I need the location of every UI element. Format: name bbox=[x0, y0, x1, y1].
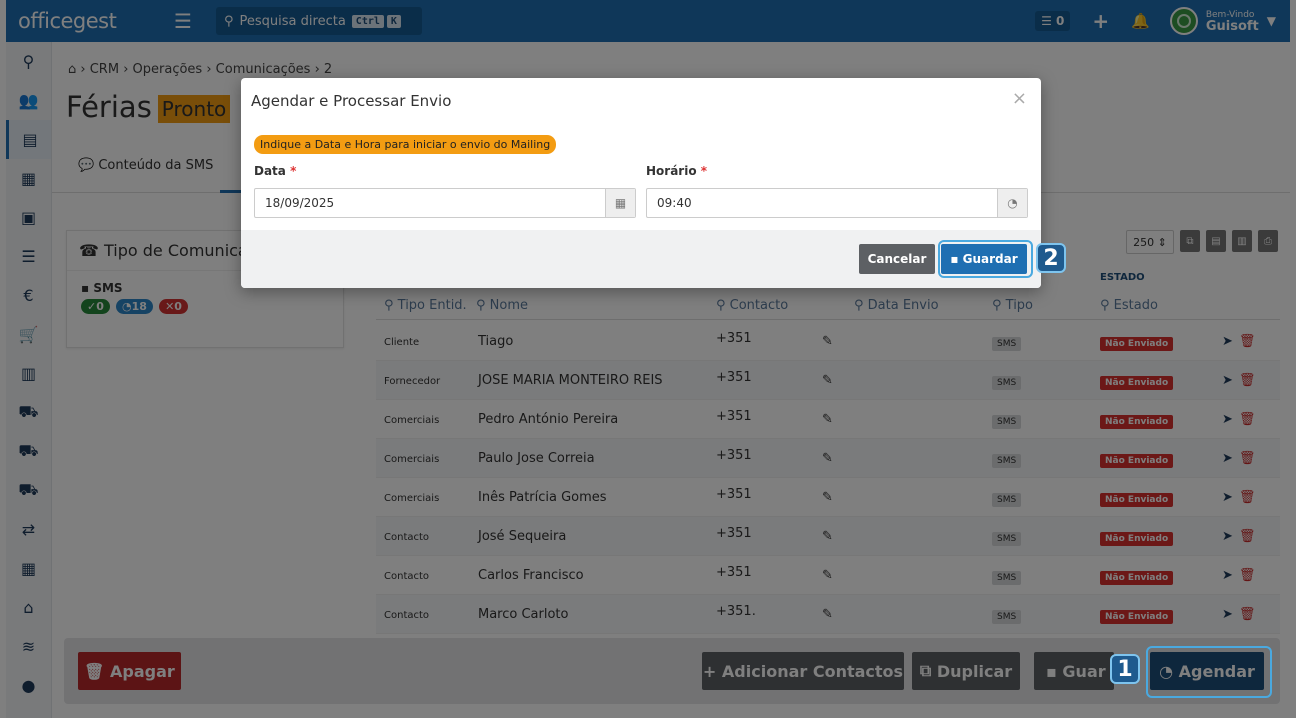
modal-footer: Cancelar ▪ Guardar bbox=[241, 230, 1041, 288]
schedule-modal: Agendar e Processar Envio × Indique a Da… bbox=[241, 78, 1041, 288]
date-label: Data * bbox=[254, 164, 296, 178]
required-marker: * bbox=[700, 164, 708, 178]
date-field[interactable]: 18/09/2025 ▦ bbox=[254, 188, 636, 218]
calendar-icon[interactable]: ▦ bbox=[605, 189, 635, 217]
time-field[interactable]: 09:40 ◔ bbox=[646, 188, 1028, 218]
time-label: Horário * bbox=[646, 164, 707, 178]
time-label-text: Horário bbox=[646, 164, 697, 178]
close-icon[interactable]: × bbox=[1012, 88, 1027, 109]
date-value: 18/09/2025 bbox=[265, 196, 335, 210]
time-value: 09:40 bbox=[657, 196, 692, 210]
date-label-text: Data bbox=[254, 164, 286, 178]
modal-save-highlight bbox=[938, 240, 1033, 278]
modal-title: Agendar e Processar Envio bbox=[251, 92, 452, 110]
schedule-button-highlight bbox=[1146, 646, 1272, 698]
required-marker: * bbox=[290, 164, 297, 178]
cancel-button[interactable]: Cancelar bbox=[859, 244, 935, 274]
clock-icon[interactable]: ◔ bbox=[997, 189, 1027, 217]
modal-info-badge: Indique a Data e Hora para iniciar o env… bbox=[254, 135, 557, 154]
step-badge-1: 1 bbox=[1110, 654, 1140, 684]
page: officegest ☰ ⚲ Pesquisa directa Ctrl K ☰… bbox=[0, 0, 1296, 718]
step-badge-2: 2 bbox=[1036, 243, 1066, 273]
